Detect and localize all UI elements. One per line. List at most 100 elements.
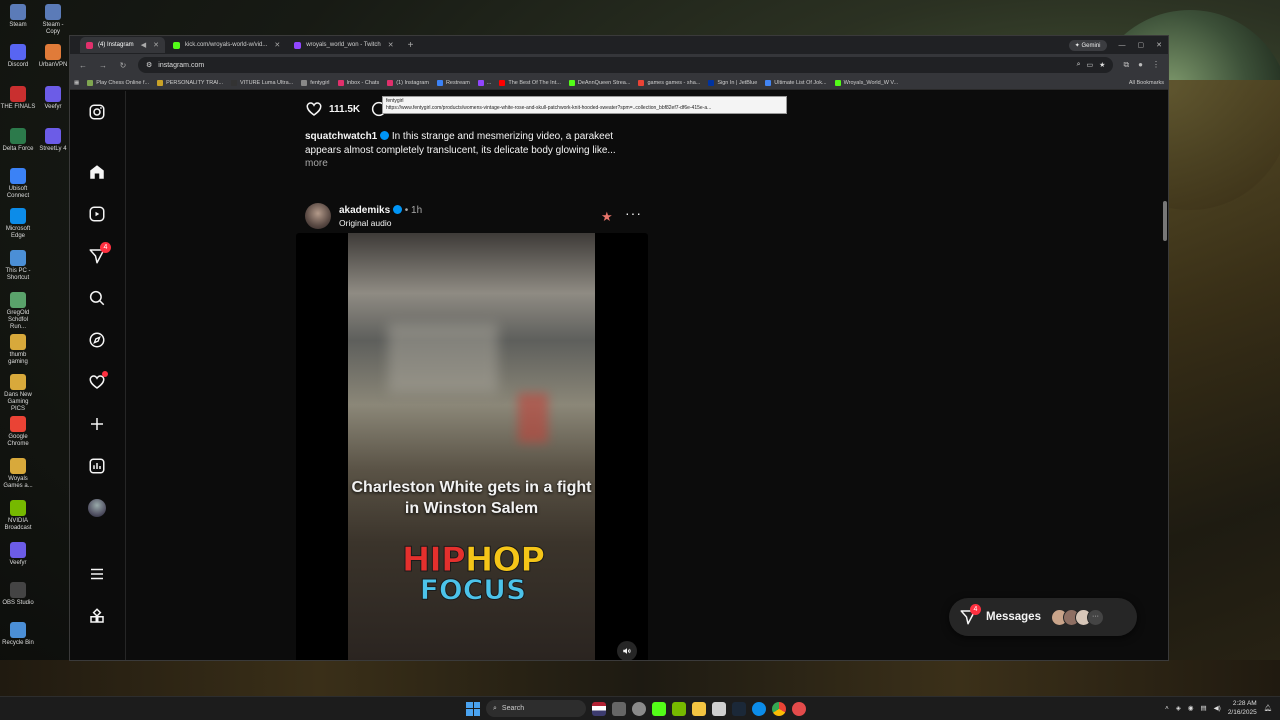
volume-icon[interactable]: ◀) xyxy=(1214,704,1221,712)
minimize-icon[interactable]: — xyxy=(1119,42,1126,49)
page-scrollbar[interactable] xyxy=(1163,146,1168,660)
bookmark-item[interactable]: (1) Instagram xyxy=(387,79,429,86)
bookmark-item[interactable]: Wroyals_World_W V... xyxy=(834,79,898,86)
store-icon[interactable] xyxy=(712,701,726,716)
media-player-icon[interactable] xyxy=(652,701,666,716)
desktop-icon[interactable]: Discord xyxy=(0,44,36,69)
more-options-icon[interactable]: ··· xyxy=(625,205,642,221)
notifications-bell-icon[interactable]: 🔔︎ xyxy=(1264,704,1272,712)
like-icon[interactable] xyxy=(305,100,323,118)
desktop-icon[interactable]: thumb gaming xyxy=(0,334,36,366)
tray-app-icon[interactable]: ◉ xyxy=(1188,704,1194,712)
search-icon[interactable] xyxy=(87,288,107,308)
settings-icon[interactable] xyxy=(632,701,646,716)
profile-icon[interactable]: ● xyxy=(1138,60,1143,70)
opera-icon[interactable] xyxy=(792,701,806,716)
instagram-logo-icon[interactable] xyxy=(87,102,107,122)
desktop-icon[interactable]: UrbanVPN xyxy=(35,44,71,69)
desktop-icon[interactable]: THE FINALS xyxy=(0,86,36,111)
task-view-icon[interactable] xyxy=(612,701,626,716)
desktop-icon[interactable]: Veefyr xyxy=(35,86,71,111)
bookmark-item[interactable]: VITURE Luma Ultra... xyxy=(231,79,293,86)
tray-chevron-icon[interactable]: ˄ xyxy=(1165,705,1169,712)
maximize-icon[interactable]: ▢ xyxy=(1138,41,1145,49)
bookmark-item[interactable]: The Best Of The Int... xyxy=(499,79,561,86)
also-from-meta-icon[interactable] xyxy=(87,606,107,626)
post-avatar[interactable] xyxy=(305,203,331,229)
gemini-button[interactable]: ✦ Gemini xyxy=(1068,39,1107,51)
nvidia-icon[interactable] xyxy=(672,701,686,716)
explore-icon[interactable] xyxy=(87,330,107,350)
desktop-icon[interactable]: StreetLy 4 xyxy=(35,128,71,153)
direct-messages-icon[interactable]: 4 xyxy=(87,242,111,266)
edge-icon[interactable] xyxy=(752,701,766,716)
create-icon[interactable] xyxy=(87,414,107,434)
zoom-icon[interactable]: ⌕ xyxy=(1077,61,1081,69)
desktop-icon[interactable]: GregOld Schdfol Run... xyxy=(0,292,36,331)
tab-close-icon[interactable]: ✕ xyxy=(153,41,159,49)
desktop-icon[interactable]: Dans New Gaming PICS xyxy=(0,374,36,413)
menu-hamburger-icon[interactable] xyxy=(87,564,107,584)
bookmark-item[interactable]: ... xyxy=(477,79,491,86)
desktop-icon[interactable]: Veefyr xyxy=(0,542,36,567)
new-tab-button[interactable]: + xyxy=(402,40,420,51)
steam-icon[interactable] xyxy=(732,701,746,716)
desktop-icon[interactable]: OBS Studio xyxy=(0,582,36,607)
forward-icon[interactable]: → xyxy=(98,61,108,70)
tab-mute-icon[interactable]: ◀ xyxy=(141,41,146,49)
file-explorer-icon[interactable] xyxy=(692,701,706,716)
bookmark-star-icon[interactable]: ★ xyxy=(1099,61,1105,69)
desktop-icon[interactable]: NVIDIA Broadcast xyxy=(0,500,36,532)
desktop-icon[interactable]: Recycle Bin xyxy=(0,622,36,647)
all-bookmarks-button[interactable]: All Bookmarks xyxy=(1129,80,1164,86)
bookmark-item[interactable]: games games - sha... xyxy=(638,79,700,86)
desktop-icon[interactable]: This PC - Shortcut xyxy=(0,250,36,282)
bookmark-item[interactable]: Ultimate List Of Jok... xyxy=(765,79,827,86)
desktop-icon[interactable]: Woyals Games a... xyxy=(0,458,36,490)
tab-close-icon[interactable]: ✕ xyxy=(388,41,394,49)
post-username[interactable]: akademiks xyxy=(339,205,390,216)
flag-app-icon[interactable] xyxy=(592,701,606,716)
audio-toggle-icon[interactable] xyxy=(617,641,637,660)
site-info-icon[interactable]: ⚙ xyxy=(146,61,152,69)
network-icon[interactable]: ▤ xyxy=(1200,704,1206,712)
close-window-icon[interactable]: ✕ xyxy=(1156,41,1162,49)
reels-icon[interactable] xyxy=(87,204,107,224)
bookmark-item[interactable]: PERSONALITY TRAI... xyxy=(157,79,223,86)
profile-avatar-icon[interactable] xyxy=(87,498,107,518)
post-time[interactable]: 1h xyxy=(411,205,422,216)
bookmark-item[interactable]: Play Chess Online f... xyxy=(87,79,149,86)
start-icon[interactable] xyxy=(466,701,480,716)
bookmark-item[interactable]: Restream xyxy=(436,79,470,86)
tab-kick[interactable]: kick.com/wroyals-world-w/vid... ✕ xyxy=(167,37,286,53)
post-audio[interactable]: Original audio xyxy=(339,218,391,228)
messages-button[interactable]: 4 Messages ··· xyxy=(949,598,1137,636)
clock[interactable]: 2:28 AM 2/16/2025 xyxy=(1228,699,1257,717)
address-bar[interactable]: ⚙ instagram.com ⌕ ▭ ★ xyxy=(138,57,1114,73)
desktop-icon[interactable]: Google Chrome xyxy=(0,416,36,448)
home-icon[interactable] xyxy=(87,162,107,182)
extensions-icon[interactable]: ⧉ xyxy=(1123,60,1129,70)
tab-twitch[interactable]: wroyals_world_won - Twitch ✕ xyxy=(288,37,399,53)
bookmark-item[interactable]: DeAnnQueen Strea... xyxy=(568,79,630,86)
desktop-icon[interactable]: Steam - Copy xyxy=(35,4,71,36)
notifications-heart-icon[interactable] xyxy=(87,371,108,392)
bookmark-item[interactable]: Inbox - Chats xyxy=(337,79,379,86)
tray-app-icon[interactable]: ◈ xyxy=(1176,704,1181,712)
post-video[interactable]: Charleston White gets in a fight in Wins… xyxy=(296,233,648,660)
desktop-icon[interactable]: Steam xyxy=(0,4,36,29)
cast-icon[interactable]: ▭ xyxy=(1087,61,1094,69)
dashboard-icon[interactable] xyxy=(87,456,107,476)
tab-close-icon[interactable]: ✕ xyxy=(274,41,280,49)
desktop-icon[interactable]: Microsoft Edge xyxy=(0,208,36,240)
reload-icon[interactable]: ↻ xyxy=(118,61,128,70)
apps-icon[interactable]: ▦ xyxy=(74,80,79,86)
bookmark-item[interactable]: fentygirl xyxy=(301,79,330,86)
bookmark-item[interactable]: Sign In | JetBlue xyxy=(708,79,757,86)
chrome-icon[interactable] xyxy=(772,701,786,716)
menu-icon[interactable]: ⋮ xyxy=(1152,60,1160,70)
tab-instagram[interactable]: (4) Instagram ◀ ✕ xyxy=(80,37,165,53)
desktop-icon[interactable]: Delta Force xyxy=(0,128,36,153)
taskbar-search[interactable]: ⌕ Search xyxy=(486,700,586,717)
back-icon[interactable]: ← xyxy=(78,61,88,70)
